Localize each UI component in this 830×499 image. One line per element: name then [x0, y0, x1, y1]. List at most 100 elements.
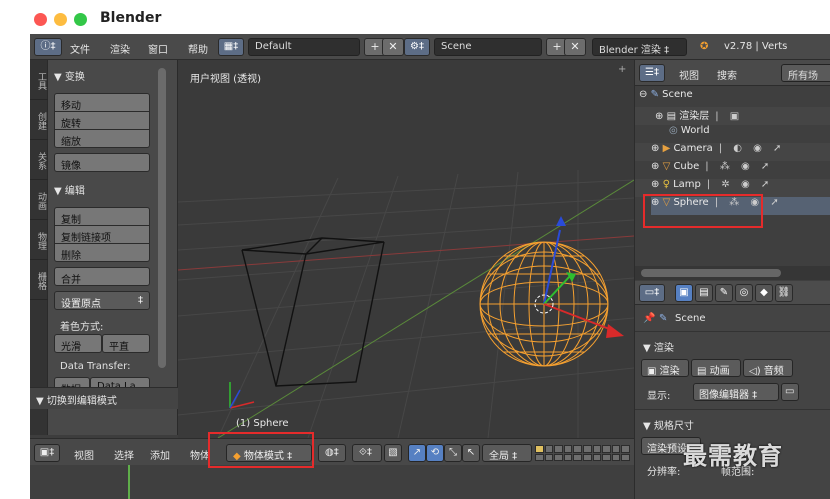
menu-window[interactable]: 窗口	[148, 41, 168, 56]
layer-12[interactable]	[544, 453, 554, 461]
rotate-button[interactable]: 旋转	[54, 111, 150, 130]
layer-18[interactable]	[602, 453, 611, 461]
properties-editor-icon[interactable]: ▭‡	[639, 284, 665, 302]
timeline-strip[interactable]	[30, 465, 634, 499]
layer-1[interactable]	[535, 445, 544, 453]
mirror-button[interactable]: 镜像	[54, 153, 150, 172]
screen-layout-icon[interactable]: ▦‡	[218, 38, 244, 56]
shade-smooth-button[interactable]: 光滑	[54, 334, 102, 353]
layer-3[interactable]	[554, 445, 563, 453]
scene-field[interactable]: Scene	[434, 38, 542, 56]
zoom-window-button[interactable]	[74, 13, 87, 26]
render-audio-button[interactable]: ◁) 音频	[743, 359, 793, 377]
manipulator-toggle-icon[interactable]: ▧	[384, 444, 402, 462]
delete-button[interactable]: 删除	[54, 243, 150, 262]
delete-screen-button[interactable]: ✕	[382, 38, 404, 56]
viewport-shading-dropdown[interactable]: ◍‡	[318, 444, 346, 462]
layer-19[interactable]	[611, 453, 621, 461]
outliner-scroll-thumb[interactable]	[641, 269, 781, 277]
world-tab-icon[interactable]: ◎	[735, 284, 753, 302]
duplicate-button[interactable]: 复制	[54, 207, 150, 226]
menu-file[interactable]: 文件	[70, 41, 90, 56]
menu-render[interactable]: 渲染	[110, 41, 130, 56]
tab-animation[interactable]: 动画	[30, 180, 48, 220]
outliner-scrollbar[interactable]	[635, 266, 830, 280]
operator-panel-header[interactable]: ▼ 切换到编辑模式	[30, 387, 178, 409]
toolshelf-scrollbar[interactable]	[158, 68, 166, 368]
outliner-menu-view[interactable]: 视图	[679, 67, 699, 82]
outliner-row-world[interactable]: ◎ World	[669, 125, 819, 143]
tab-physics[interactable]: 物理	[30, 220, 48, 260]
close-window-button[interactable]	[34, 13, 47, 26]
layer-11[interactable]	[535, 453, 544, 461]
translate-manipulator-icon[interactable]: ↗	[408, 444, 426, 462]
visibility-eye-icon[interactable]: | ◐ ◉ ➚	[719, 143, 786, 154]
render-panel-header[interactable]: ▼ 渲染	[643, 339, 674, 354]
layer-4[interactable]	[563, 445, 573, 453]
delete-scene-button[interactable]: ✕	[564, 38, 586, 56]
duplicate-linked-button[interactable]: 复制链接项	[54, 225, 150, 244]
render-tab-icon[interactable]: ▣	[675, 284, 693, 302]
menu-view[interactable]: 视图	[74, 447, 94, 462]
layer-grid[interactable]	[535, 445, 630, 461]
layer-15[interactable]	[573, 453, 582, 461]
display-mode-dropdown[interactable]: 图像编辑器 ‡	[693, 383, 779, 401]
transform-panel-header[interactable]: ▼ 变换	[54, 68, 85, 83]
edit-panel-header[interactable]: ▼ 编辑	[54, 182, 85, 197]
outliner-editor-icon[interactable]: ☰‡	[639, 64, 665, 82]
layer-10[interactable]	[621, 445, 630, 453]
layer-7[interactable]	[592, 445, 602, 453]
layer-2[interactable]	[544, 445, 554, 453]
tab-tools[interactable]: 工具	[30, 60, 48, 100]
visibility-eye-icon[interactable]: | ⁂ ◉ ➚	[705, 161, 773, 172]
pin-icon[interactable]: 📌	[643, 313, 655, 324]
layer-6[interactable]	[583, 445, 592, 453]
constraints-tab-icon[interactable]: ⛓	[775, 284, 793, 302]
current-frame-marker[interactable]	[128, 465, 130, 499]
pivot-point-dropdown[interactable]: ⟐‡	[352, 444, 382, 462]
outliner-row-render-layers[interactable]: ⊕ ▤ 渲染层 | ▣	[635, 107, 830, 125]
outliner-filter-dropdown[interactable]: 所有场	[781, 64, 830, 82]
menu-select[interactable]: 选择	[114, 447, 134, 462]
render-engine-dropdown[interactable]: Blender 渲染 ‡	[592, 38, 687, 56]
menu-object[interactable]: 物体	[190, 447, 210, 462]
rotate-manipulator-icon[interactable]: ⟲	[426, 444, 444, 462]
layer-17[interactable]	[592, 453, 602, 461]
tab-create[interactable]: 创建	[30, 100, 48, 140]
render-layers-tab-icon[interactable]: ▤	[695, 284, 713, 302]
tab-grease[interactable]: 栅格	[30, 260, 48, 300]
menu-add[interactable]: 添加	[150, 447, 170, 462]
tab-relations[interactable]: 关系	[30, 140, 48, 180]
info-icon[interactable]: ⓘ‡	[34, 38, 62, 56]
manipulator-extra-icon[interactable]: ↖	[462, 444, 480, 462]
render-animation-button[interactable]: ▤ 动画	[691, 359, 741, 377]
scene-tab-icon[interactable]: ✎	[715, 284, 733, 302]
editor-type-icon[interactable]: ▣‡	[34, 444, 60, 462]
object-tab-icon[interactable]: ◆	[755, 284, 773, 302]
layer-9[interactable]	[611, 445, 621, 453]
layer-5[interactable]	[573, 445, 582, 453]
dimensions-panel-header[interactable]: ▼ 规格尺寸	[643, 417, 694, 432]
layer-13[interactable]	[554, 453, 563, 461]
expand-region-icon[interactable]: +	[618, 64, 630, 76]
layer-16[interactable]	[583, 453, 592, 461]
visibility-eye-icon[interactable]: | ✲ ◉ ➚	[707, 179, 773, 190]
outliner-row-scene[interactable]: ⊖ ✎ Scene	[639, 89, 827, 107]
layer-8[interactable]	[602, 445, 611, 453]
scene-icon[interactable]: ⚙‡	[404, 38, 430, 56]
3d-viewport[interactable]: 用户视图 (透视) (1) Sphere +	[178, 60, 634, 438]
join-button[interactable]: 合并	[54, 267, 150, 286]
outliner-menu-search[interactable]: 搜索	[717, 67, 737, 82]
set-origin-dropdown[interactable]: 设置原点 ‡	[54, 291, 150, 310]
render-image-button[interactable]: ▣ 渲染	[641, 359, 689, 377]
translate-button[interactable]: 移动	[54, 93, 150, 112]
outliner-row-camera[interactable]: ⊕ ▶ Camera | ◐ ◉ ➚	[635, 143, 830, 161]
shade-flat-button[interactable]: 平直	[102, 334, 150, 353]
layer-14[interactable]	[563, 453, 573, 461]
scale-button[interactable]: 缩放	[54, 129, 150, 148]
menu-help[interactable]: 帮助	[188, 41, 208, 56]
minimize-window-button[interactable]	[54, 13, 67, 26]
orientation-dropdown[interactable]: 全局 ‡	[482, 444, 532, 462]
layer-20[interactable]	[621, 453, 630, 461]
screen-layout-field[interactable]: Default	[248, 38, 360, 56]
